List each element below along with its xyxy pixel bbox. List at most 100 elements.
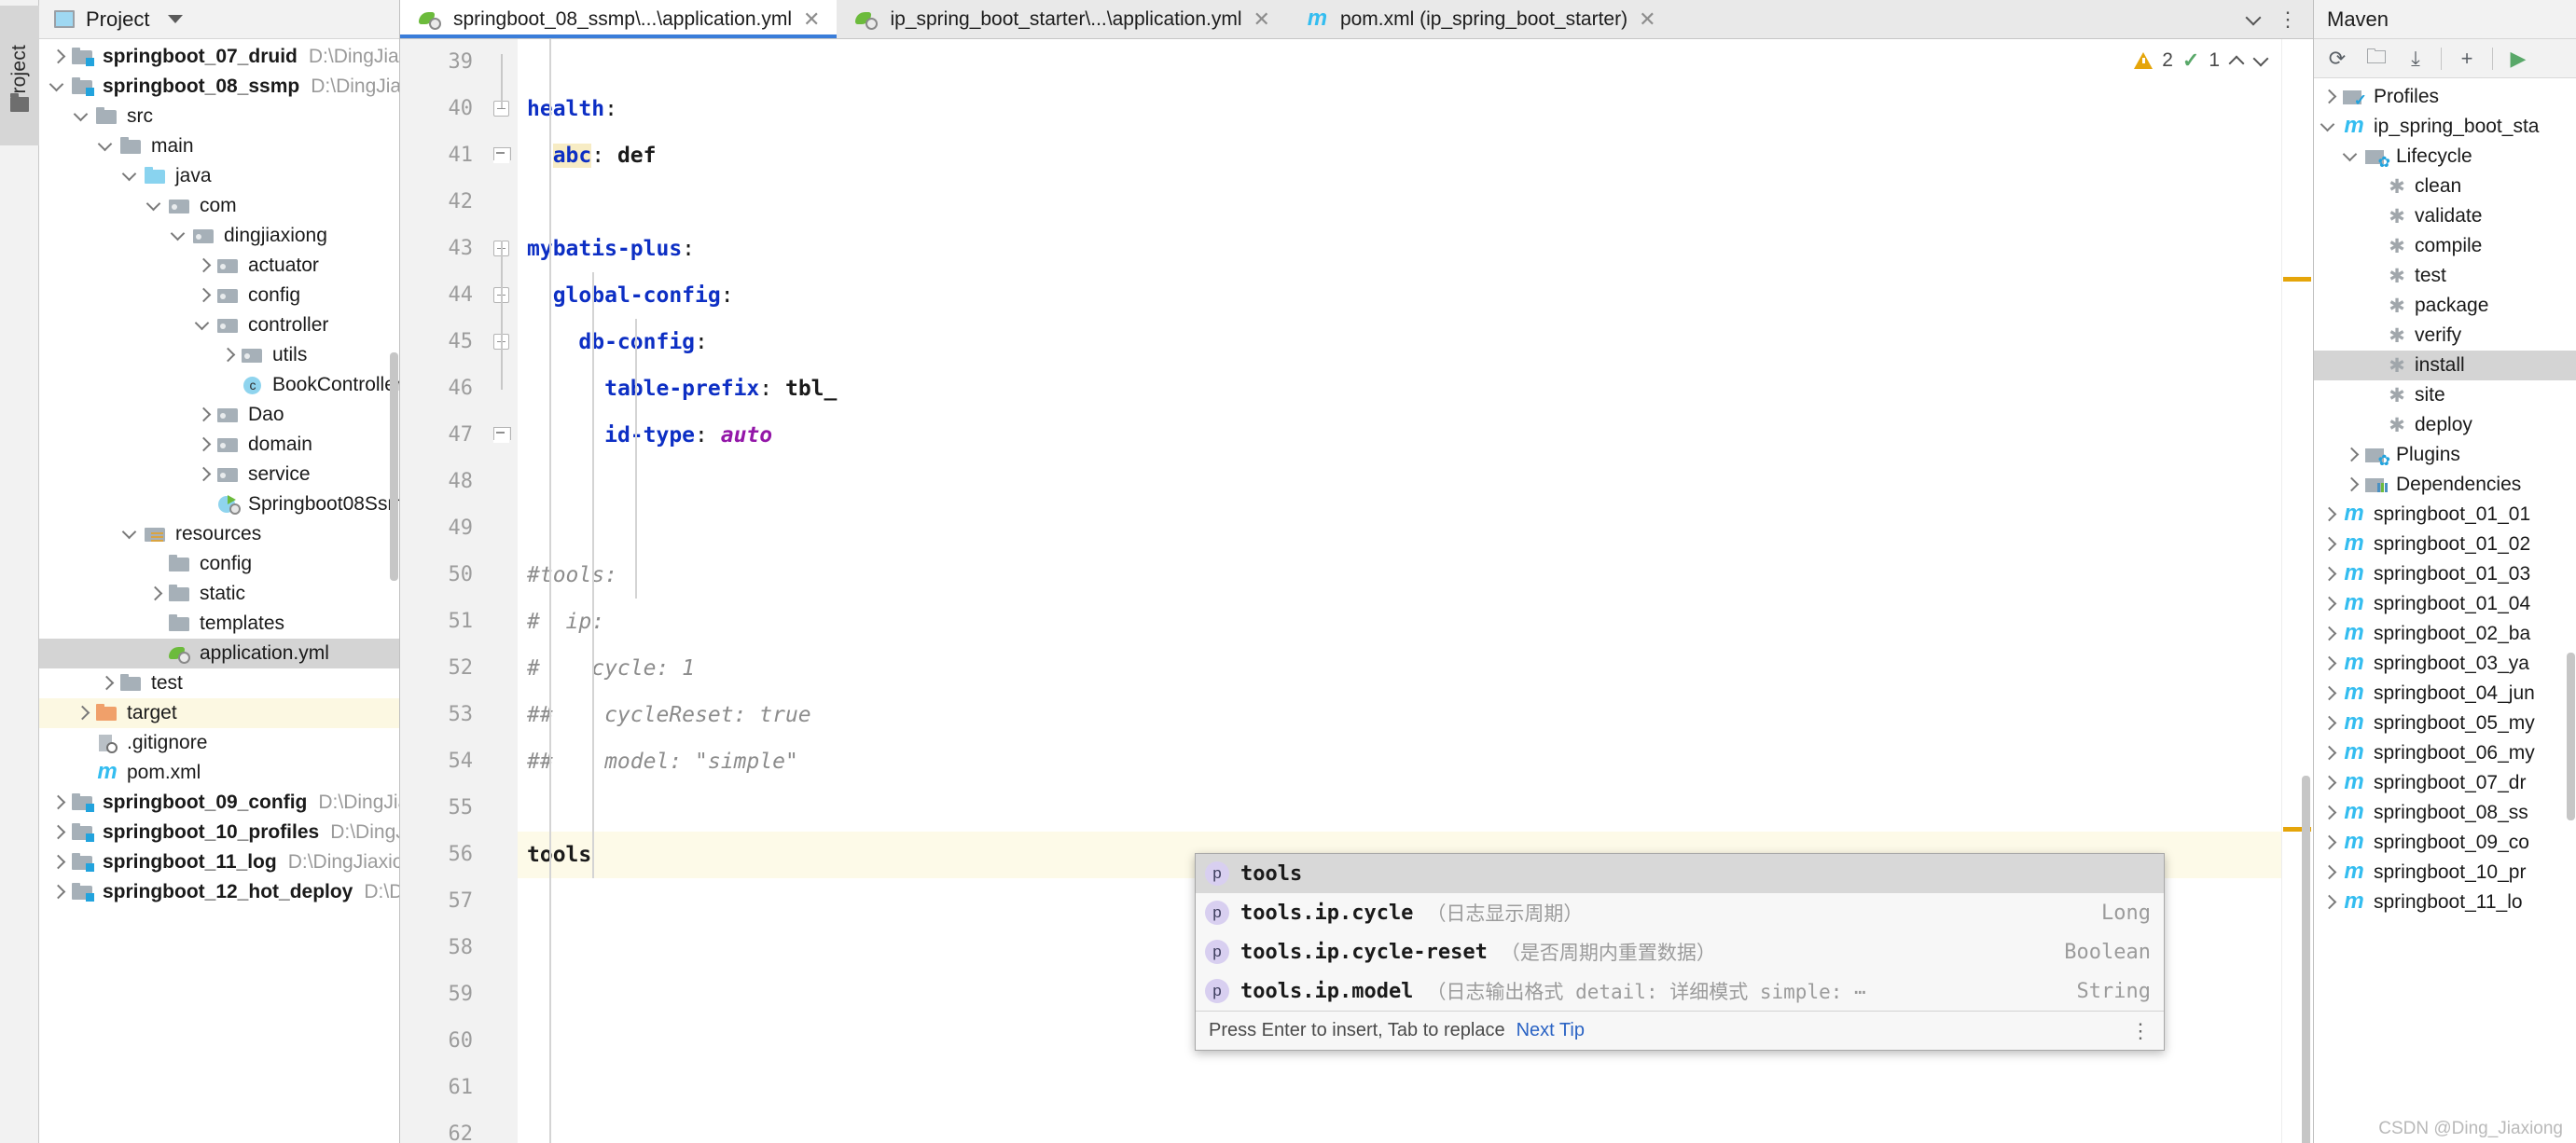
project-tree-row[interactable]: dingjiaxiong [39,221,399,251]
code-line[interactable]: global-config: [518,272,2281,319]
chevron-right-icon[interactable] [194,405,215,425]
reload-all-maven-projects-icon[interactable]: ⟳ [2320,43,2355,75]
maven-tree-row[interactable]: Lifecycle [2314,142,2576,172]
project-tree-row[interactable]: application.yml [39,639,399,668]
close-icon[interactable]: ✕ [803,8,820,30]
code-line[interactable]: #tools: [518,552,2281,599]
maven-tree-row[interactable]: ✱ install [2314,351,2576,380]
chevron-right-icon[interactable] [2320,892,2340,913]
chevron-right-icon[interactable] [48,47,69,67]
chevron-right-icon[interactable] [48,852,69,873]
maven-tree-row[interactable]: ✱ clean [2314,172,2576,201]
project-tree-row[interactable]: pom.xml [39,758,399,788]
project-tree-row[interactable]: templates [39,609,399,639]
project-tree-row[interactable]: springboot_09_config D:\DingJiaxiong\Idea… [39,788,399,818]
chevron-down-icon[interactable] [97,136,118,157]
editor-tab[interactable]: springboot_08_ssmp\...\application.yml ✕ [400,0,838,38]
completion-item[interactable]: p tools.ip.cycle-reset （是否周期内重置数据） Boolean [1196,932,2164,971]
maven-tree-row[interactable]: ✱ test [2314,261,2576,291]
add-maven-project-icon[interactable]: + [2449,43,2485,75]
editor-tab[interactable]: pom.xml (ip_spring_boot_starter) ✕ [1286,0,1673,38]
chevron-right-icon[interactable] [194,434,215,455]
maven-tree-row[interactable]: springboot_11_lo [2314,888,2576,917]
project-tree-row[interactable]: springboot_10_profiles D:\DingJiaxiong\Id… [39,818,399,847]
project-tree-row[interactable]: .gitignore [39,728,399,758]
warning-marker[interactable] [2283,277,2311,282]
chevron-right-icon[interactable] [2320,654,2340,674]
chevron-right-icon[interactable] [2320,504,2340,525]
maven-tree-row[interactable]: ✱ site [2314,380,2576,410]
chevron-down-icon[interactable] [121,524,142,544]
chevron-down-icon[interactable] [121,166,142,186]
maven-tree-row[interactable]: springboot_09_co [2314,828,2576,858]
maven-tree-row[interactable]: springboot_10_pr [2314,858,2576,888]
chevron-down-icon[interactable] [2253,53,2268,68]
code-folding-strip[interactable] [486,39,518,1143]
maven-tree-row[interactable]: ✱ validate [2314,201,2576,231]
project-tree-row[interactable]: controller [39,310,399,340]
project-tree-row[interactable]: static [39,579,399,609]
chevron-right-icon[interactable] [2342,445,2362,465]
maven-tree-row[interactable]: Profiles [2314,82,2576,112]
close-icon[interactable]: ✕ [1639,8,1655,30]
code-line[interactable] [518,459,2281,505]
maven-tree-row[interactable]: springboot_08_ss [2314,798,2576,828]
project-tree-row[interactable]: resources [39,519,399,549]
chevron-right-icon[interactable] [2320,743,2340,764]
chevron-down-icon[interactable] [194,315,215,336]
maven-tree-row[interactable]: ✱ compile [2314,231,2576,261]
maven-tree-row[interactable]: Plugins [2314,440,2576,470]
completion-item[interactable]: p tools.ip.model （日志输出格式 detail: 详细模式 simp… [1196,971,2164,1011]
project-tree-row[interactable]: Springboot08SsmpApplication [39,489,399,519]
close-icon[interactable]: ✕ [1253,8,1270,30]
fold-toggle-icon[interactable] [493,427,511,443]
chevron-down-icon[interactable] [48,76,69,97]
project-tree-row[interactable]: springboot_07_druid D:\DingJiaxiong\IdeaP… [39,42,399,72]
code-line[interactable]: table-prefix: tbl_ [518,365,2281,412]
code-line[interactable]: id-type: auto [518,412,2281,459]
code-line[interactable] [518,1065,2281,1111]
code-line[interactable] [518,785,2281,832]
chevron-down-icon[interactable] [2246,12,2261,27]
more-vertical-icon[interactable]: ⋮ [2130,1020,2151,1040]
maven-tree-row[interactable]: ✱ package [2314,291,2576,321]
project-tree-row[interactable]: config [39,549,399,579]
project-tree-row[interactable]: springboot_11_log D:\DingJiaxiong\IdeaPro… [39,847,399,877]
code-line[interactable]: ## model: "simple" [518,738,2281,785]
maven-tree-row[interactable]: springboot_05_my [2314,709,2576,738]
folder-icon[interactable] [10,93,29,112]
code-line[interactable]: abc: def [518,132,2281,179]
chevron-right-icon[interactable] [97,673,118,694]
tool-window-button-project[interactable]: Project [0,6,39,145]
maven-tree-row[interactable]: springboot_07_dr [2314,768,2576,798]
chevron-down-icon[interactable] [2342,146,2362,167]
project-tree[interactable]: springboot_07_druid D:\DingJiaxiong\IdeaP… [39,39,399,1143]
chevron-down-icon[interactable] [168,15,184,23]
chevron-right-icon[interactable] [2320,773,2340,793]
next-tip-link[interactable]: Next Tip [1517,1020,1585,1041]
chevron-right-icon[interactable] [194,255,215,276]
chevron-right-icon[interactable] [2320,534,2340,555]
maven-tree-scrollbar[interactable] [2567,653,2575,820]
chevron-down-icon[interactable] [73,106,93,127]
project-tree-row[interactable]: target [39,698,399,728]
chevron-down-icon[interactable] [145,196,166,216]
maven-tree-row[interactable]: springboot_04_jun [2314,679,2576,709]
chevron-right-icon[interactable] [2342,475,2362,495]
chevron-right-icon[interactable] [194,285,215,306]
chevron-right-icon[interactable] [2320,683,2340,704]
code-line[interactable]: # cycle: 1 [518,645,2281,692]
maven-tree-row[interactable]: ✱ deploy [2314,410,2576,440]
chevron-right-icon[interactable] [2320,624,2340,644]
project-tree-row[interactable]: main [39,131,399,161]
project-tree-row[interactable]: springboot_08_ssmp D:\DingJiaxiong\IdeaPr… [39,72,399,102]
editor-tab[interactable]: ip_spring_boot_starter\...\application.y… [837,0,1287,38]
chevron-right-icon[interactable] [194,464,215,485]
maven-tree-row[interactable]: Dependencies [2314,470,2576,500]
fold-toggle-icon[interactable] [493,147,511,163]
project-tree-row[interactable]: service [39,460,399,489]
project-tree-row[interactable]: domain [39,430,399,460]
maven-tree-row[interactable]: springboot_02_ba [2314,619,2576,649]
completion-item[interactable]: p tools [1196,854,2164,893]
chevron-right-icon[interactable] [2320,803,2340,823]
